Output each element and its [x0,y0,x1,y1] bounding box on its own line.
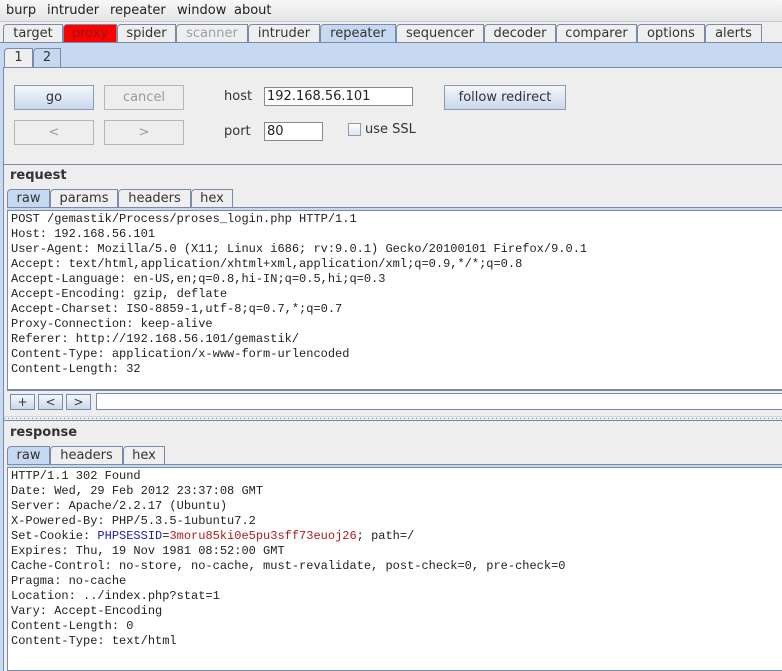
text-line: Content-Type: text/html [11,634,177,648]
text-line: Date: Wed, 29 Feb 2012 23:37:08 GMT [11,484,264,498]
follow-redirect-button[interactable]: follow redirect [444,85,566,110]
tab-intruder[interactable]: intruder [248,24,320,43]
response-title: response [10,425,78,440]
text-line: Accept-Language: en-US,en;q=0.8,hi-IN;q=… [11,272,386,286]
repeater-tab-2[interactable]: 2 [33,48,61,68]
tab-target[interactable]: target [3,24,63,43]
text-line: X-Powered-By: PHP/5.3.5-1ubuntu7.2 [11,514,256,528]
text-line: Proxy-Connection: keep-alive [11,317,213,331]
cookie-name: PHPSESSID [97,529,163,543]
response-tab-headers[interactable]: headers [50,446,123,465]
text-line: Accept-Charset: ISO-8859-1,utf-8;q=0.7,*… [11,302,343,316]
menu-intruder[interactable]: intruder [47,3,99,18]
splitter-grip [4,418,782,419]
text-line: Accept-Encoding: gzip, deflate [11,287,228,301]
tab-alerts[interactable]: alerts [705,24,762,43]
search-input[interactable] [96,393,782,410]
tab-comparer[interactable]: comparer [556,24,637,43]
text-line: Location: ../index.php?stat=1 [11,589,220,603]
text-line: Referer: http://192.168.56.101/gemastik/ [11,332,300,346]
cancel-button[interactable]: cancel [104,85,184,110]
menu-about[interactable]: about [234,3,272,18]
request-tab-hex[interactable]: hex [191,189,233,208]
tab-scanner: scanner [176,24,248,43]
main-tab-bar: target proxy spider scanner intruder rep… [0,24,782,44]
port-input[interactable]: 80 [264,122,323,141]
controls-divider [4,164,782,165]
use-ssl-label: use SSL [365,122,416,137]
tab-decoder[interactable]: decoder [484,24,556,43]
text-line: Pragma: no-cache [11,574,127,588]
port-label: port [224,124,251,139]
text-line: Content-Type: application/x-www-form-url… [11,347,350,361]
cookie-value: 3moru85ki0e5pu3sff73euoj26 [169,529,357,543]
text-line: Accept: text/html,application/xhtml+xml,… [11,257,523,271]
text-line: HTTP/1.1 302 Found [11,469,141,483]
request-tab-params[interactable]: params [50,189,118,208]
text-line: Server: Apache/2.2.17 (Ubuntu) [11,499,228,513]
tab-spider[interactable]: spider [117,24,176,43]
tab-options[interactable]: options [637,24,705,43]
back-button[interactable]: < [14,120,94,145]
go-button[interactable]: go [14,85,94,110]
menu-bar: burp intruder repeater window about [0,0,782,22]
host-input[interactable]: 192.168.56.101 [264,87,413,106]
tab-sequencer[interactable]: sequencer [396,24,484,43]
text-line: Vary: Accept-Encoding [11,604,163,618]
menu-window[interactable]: window [177,3,226,18]
split-pane-divider[interactable] [4,416,782,421]
request-title: request [10,168,67,183]
host-label: host [224,89,253,104]
response-tab-hex[interactable]: hex [123,446,165,465]
repeater-tab-1[interactable]: 1 [4,48,33,68]
tab-repeater[interactable]: repeater [320,24,396,44]
menu-burp[interactable]: burp [6,3,36,18]
response-tab-raw[interactable]: raw [7,446,50,465]
tab-proxy[interactable]: proxy [63,24,117,43]
text-line: Content-Length: 0 [11,619,134,633]
add-search-button[interactable]: + [10,394,35,410]
search-previous-button[interactable]: < [38,394,63,410]
request-search-bar: + < > [7,390,782,412]
text-line: Set-Cookie: PHPSESSID=3moru85ki0e5pu3sff… [11,529,415,543]
text-line: Expires: Thu, 19 Nov 1981 08:52:00 GMT [11,544,285,558]
text-line: POST /gemastik/Process/proses_login.php … [11,212,357,226]
text-line: Cache-Control: no-store, no-cache, must-… [11,559,566,573]
request-tab-raw[interactable]: raw [7,189,50,208]
menu-repeater[interactable]: repeater [110,3,166,18]
response-viewer[interactable]: HTTP/1.1 302 Found Date: Wed, 29 Feb 2012… [7,467,782,671]
text-line: User-Agent: Mozilla/5.0 (X11; Linux i686… [11,242,588,256]
request-tab-headers[interactable]: headers [118,189,191,208]
search-next-button[interactable]: > [66,394,91,410]
text-line: Host: 192.168.56.101 [11,227,156,241]
use-ssl-checkbox[interactable] [348,123,361,136]
forward-button[interactable]: > [104,120,184,145]
request-editor[interactable]: POST /gemastik/Process/proses_login.php … [7,210,782,390]
text-line: Content-Length: 32 [11,362,141,376]
